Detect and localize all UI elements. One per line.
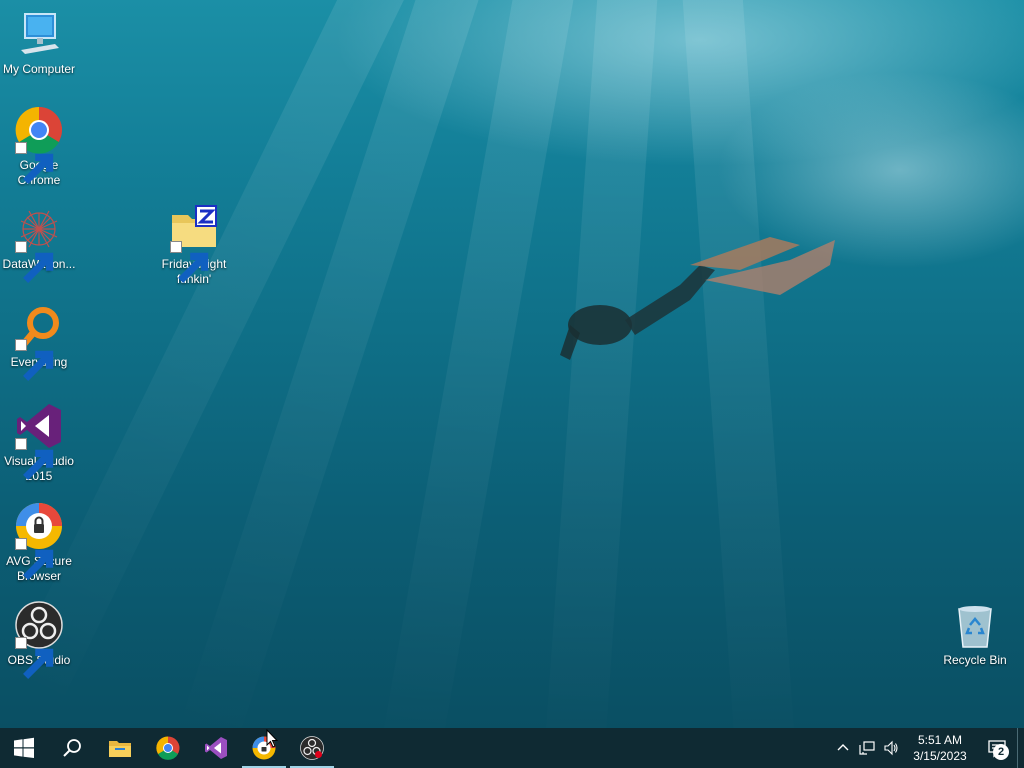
system-tray: 5:51 AM 3/15/2023 2 (831, 728, 1024, 768)
zip-folder-icon (170, 205, 218, 283)
desktop-icon-recycle-bin[interactable]: Recycle Bin (937, 601, 1013, 668)
show-hidden-icons-button[interactable] (831, 728, 855, 768)
shortcut-arrow-icon (15, 142, 54, 184)
notification-count-badge: 2 (993, 744, 1009, 760)
taskbar-avg-browser[interactable] (240, 728, 288, 768)
desktop-icon-everything[interactable]: Everything (1, 303, 77, 381)
shortcut-arrow-icon (15, 241, 54, 283)
action-center-button[interactable]: 2 (977, 728, 1017, 768)
desktop-icon-visual-studio[interactable]: Visual Studio 2015 (1, 402, 77, 484)
obs-icon (15, 601, 63, 679)
clock-date: 3/15/2023 (913, 749, 967, 763)
taskbar: 5:51 AM 3/15/2023 2 (0, 728, 1024, 768)
computer-icon (15, 10, 63, 58)
show-desktop-button[interactable] (1017, 728, 1024, 768)
shortcut-arrow-icon (170, 241, 209, 283)
diver-silhouette (560, 237, 835, 360)
clock[interactable]: 5:51 AM 3/15/2023 (903, 732, 977, 764)
desktop-icon-google-chrome[interactable]: Google Chrome (1, 106, 77, 188)
everything-search-icon (15, 303, 63, 381)
shortcut-arrow-icon (15, 637, 54, 679)
mouse-cursor-icon (266, 729, 279, 748)
taskbar-visual-studio[interactable] (192, 728, 240, 768)
shortcut-arrow-icon (15, 438, 54, 480)
datawagon-icon (15, 205, 63, 283)
network-button[interactable] (855, 728, 879, 768)
desktop-icon-avg-secure-browser[interactable]: AVG Secure Browser (1, 502, 77, 584)
taskbar-chrome[interactable] (144, 728, 192, 768)
chrome-icon (156, 736, 180, 760)
avg-browser-icon (15, 502, 63, 580)
visual-studio-icon (15, 402, 63, 480)
speaker-icon (884, 740, 898, 756)
volume-button[interactable] (879, 728, 903, 768)
start-button[interactable] (0, 728, 48, 768)
desktop-icon-datawagon[interactable]: DataWagon... (1, 205, 77, 283)
clock-time: 5:51 AM (917, 733, 963, 747)
recycle-bin-icon (951, 601, 999, 649)
obs-icon (300, 736, 324, 760)
network-icon (859, 741, 875, 755)
file-explorer-icon (109, 741, 131, 757)
desktop-wallpaper: My Computer Google Chrome DataWagon... E… (0, 0, 1024, 728)
chrome-icon (15, 106, 63, 184)
search-icon (63, 739, 81, 757)
desktop-icon-obs-studio[interactable]: OBS Studio (1, 601, 77, 679)
taskbar-file-explorer[interactable] (96, 728, 144, 768)
shortcut-arrow-icon (15, 538, 54, 580)
desktop-icon-my-computer[interactable]: My Computer (1, 10, 77, 77)
chevron-up-icon (837, 744, 849, 751)
visual-studio-icon (205, 737, 227, 759)
shortcut-arrow-icon (15, 339, 54, 381)
search-button[interactable] (48, 728, 96, 768)
desktop-icon-friday-night-funkin[interactable]: Friday Night funkin' (156, 205, 232, 287)
desktop-icon-label: Recycle Bin (943, 653, 1007, 667)
desktop-icon-label: My Computer (2, 62, 76, 76)
taskbar-obs[interactable] (288, 728, 336, 768)
windows-start-icon (14, 737, 34, 758)
